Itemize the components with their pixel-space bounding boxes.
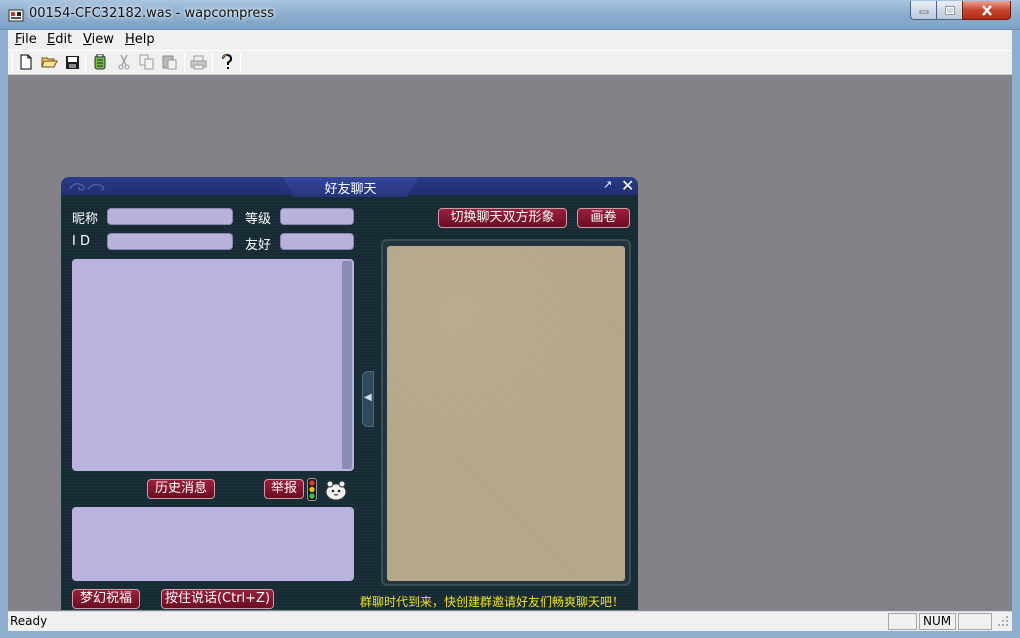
report-button[interactable]: 举报 xyxy=(264,479,304,499)
new-file-button[interactable] xyxy=(17,53,35,71)
menu-view[interactable]: View xyxy=(83,32,114,47)
toolbar-grip xyxy=(12,53,13,72)
menu-help[interactable]: Help xyxy=(125,32,155,47)
minimize-icon xyxy=(919,10,928,14)
chat-input-area[interactable] xyxy=(72,507,354,581)
cut-icon xyxy=(118,54,130,70)
new-file-icon xyxy=(20,54,32,70)
switch-avatar-button[interactable]: 切换聊天双方形象 xyxy=(438,208,567,228)
traffic-light-icon xyxy=(309,480,315,499)
paste-icon xyxy=(162,55,177,70)
swirl-ornament-icon xyxy=(69,182,105,191)
paste-button[interactable] xyxy=(161,53,179,71)
status-pane-num: NUM xyxy=(919,613,956,630)
copy-icon xyxy=(139,54,154,70)
save-icon xyxy=(65,55,79,69)
pet-emote-icon[interactable] xyxy=(324,479,348,501)
open-folder-icon xyxy=(40,57,58,68)
menu-edit-rest: dit xyxy=(55,32,73,47)
menu-edit[interactable]: Edit xyxy=(47,32,72,47)
nickname-field xyxy=(107,208,233,225)
menu-help-key: H xyxy=(125,32,135,47)
help-button[interactable] xyxy=(218,53,236,71)
nickname-label: 昵称 xyxy=(72,212,99,227)
print-button[interactable] xyxy=(189,53,207,71)
window-title: 00154-CFC32182.was - wapcompress xyxy=(29,6,274,21)
save-button[interactable] xyxy=(63,53,81,71)
dialog-title: 好友聊天 xyxy=(324,182,377,197)
menu-help-rest: elp xyxy=(134,32,155,47)
level-label: 等级 xyxy=(245,212,272,227)
id-field xyxy=(107,233,233,250)
collapse-arrow-icon: ◀ xyxy=(364,392,372,403)
group-chat-notice: 群聊时代到来，快创建群邀请好友们畅爽聊天吧！ xyxy=(360,595,625,609)
history-messages-button[interactable]: 历史消息 xyxy=(147,479,215,499)
dialog-close-icon[interactable]: ✕ xyxy=(621,176,634,195)
app-icon xyxy=(8,9,24,22)
cut-button[interactable] xyxy=(115,53,133,71)
close-icon xyxy=(981,4,992,16)
menu-bar xyxy=(8,30,1012,50)
menu-view-rest: iew xyxy=(91,32,114,47)
open-button[interactable] xyxy=(40,53,58,71)
signal-light-icon xyxy=(307,478,317,501)
print-icon xyxy=(190,55,206,69)
menu-view-key: V xyxy=(83,32,92,47)
level-field xyxy=(280,208,354,225)
chat-scrollbar[interactable] xyxy=(342,261,352,469)
compress-icon xyxy=(94,54,106,70)
menu-file-rest: ile xyxy=(21,32,37,47)
friendship-label: 友好 xyxy=(245,238,272,253)
chat-history-area[interactable] xyxy=(72,259,354,471)
menu-file[interactable]: File xyxy=(15,32,37,47)
status-pane-scroll xyxy=(958,613,992,630)
resize-grip-icon[interactable] xyxy=(996,614,1010,628)
push-to-talk-button[interactable]: 按住说话(Ctrl+Z) xyxy=(161,589,274,609)
avatar-portrait-area xyxy=(387,246,625,581)
toolbar xyxy=(8,50,1012,75)
menu-edit-key: E xyxy=(47,32,56,47)
status-pane-caps xyxy=(888,613,917,630)
toolbar-separator xyxy=(212,53,213,72)
dream-blessing-button[interactable]: 梦幻祝福 xyxy=(72,589,140,609)
status-bar xyxy=(8,611,1012,631)
toolbar-separator xyxy=(184,53,185,72)
id-label: I D xyxy=(72,234,90,249)
scroll-button[interactable]: 画卷 xyxy=(577,208,630,228)
toolbar-separator xyxy=(85,53,86,72)
window-frame-right xyxy=(1012,30,1020,631)
maximize-icon xyxy=(944,5,955,15)
toolbar-separator xyxy=(240,53,241,72)
compress-button[interactable] xyxy=(91,53,109,71)
friendship-field xyxy=(280,233,354,250)
maximize-button[interactable] xyxy=(936,1,963,20)
close-button[interactable] xyxy=(962,1,1011,20)
dialog-pin-icon[interactable]: ↗ xyxy=(603,178,612,191)
window-frame-left xyxy=(0,30,8,631)
copy-button[interactable] xyxy=(138,53,156,71)
window-frame-bottom xyxy=(0,631,1020,638)
status-text: Ready xyxy=(10,614,48,628)
help-icon xyxy=(222,54,233,69)
minimize-button[interactable] xyxy=(910,1,937,20)
